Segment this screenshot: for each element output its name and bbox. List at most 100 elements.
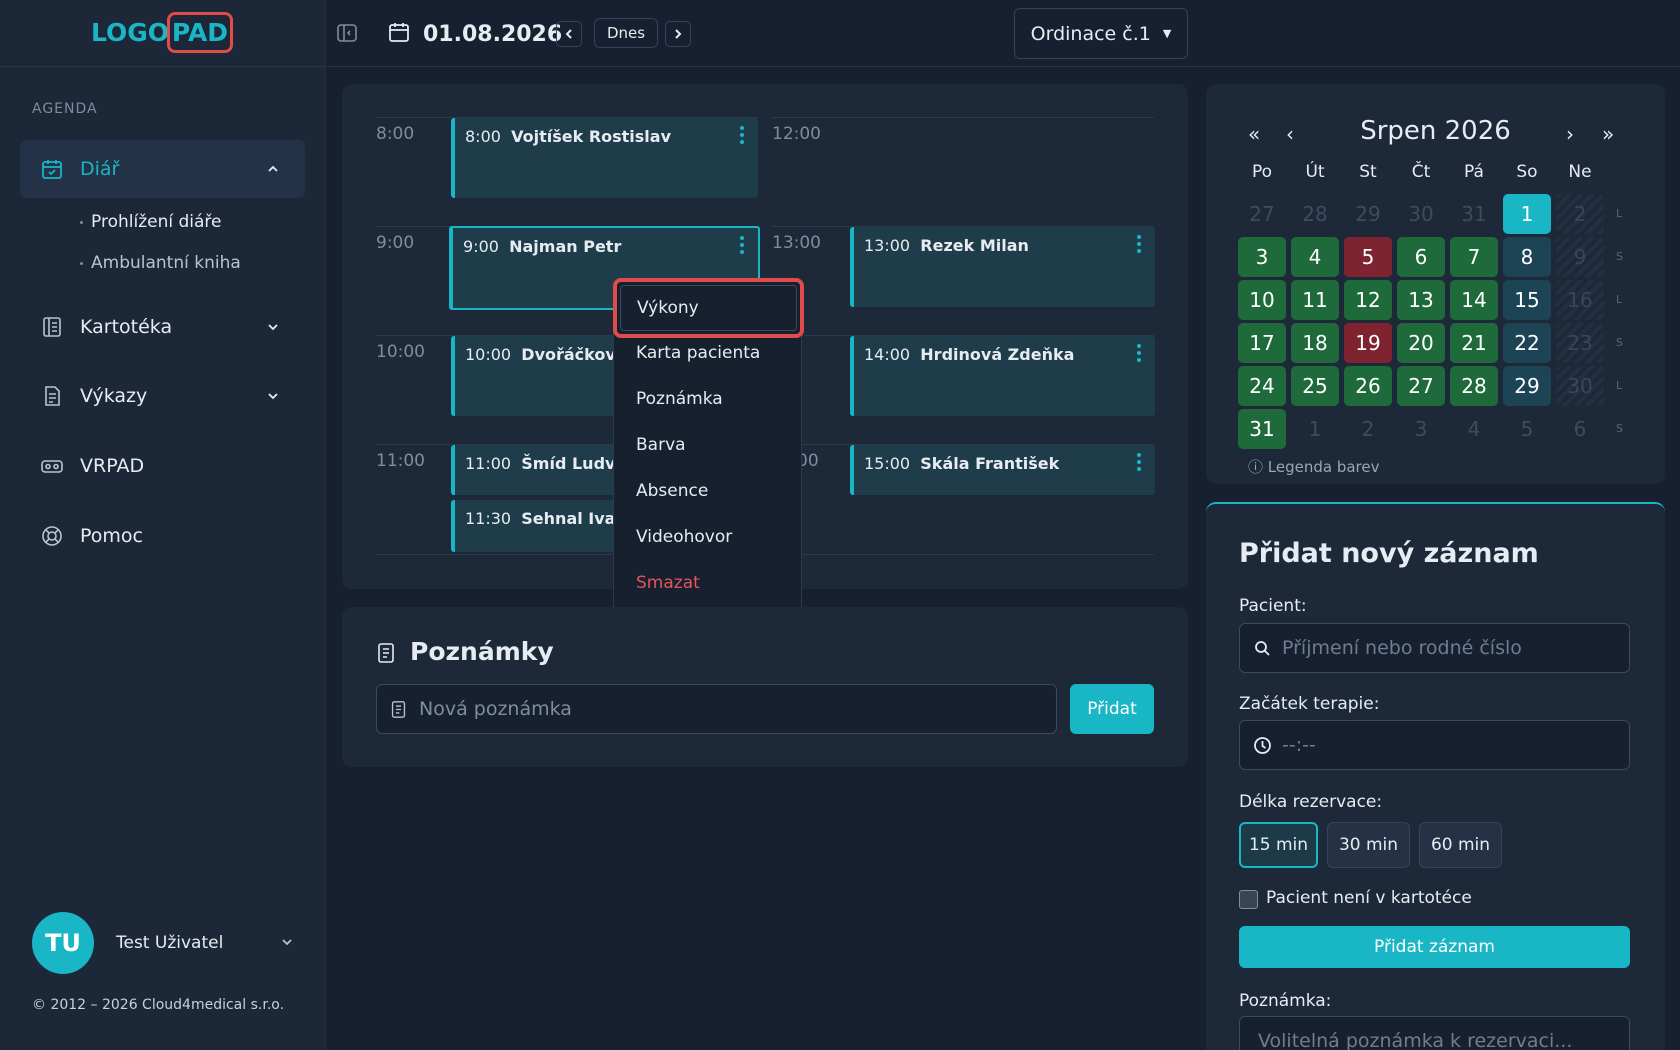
calendar-day[interactable]: 19 — [1344, 323, 1392, 363]
menu-item-videohovor[interactable]: Videohovor — [636, 527, 732, 547]
calendar-day[interactable]: 17 — [1238, 323, 1286, 363]
sidebar-item-kartoteka[interactable]: Kartotéka — [20, 298, 305, 356]
calendar-day[interactable]: 5 — [1344, 237, 1392, 277]
calendar-day[interactable]: 6 — [1556, 409, 1604, 449]
appointment-rezek[interactable]: 13:00 Rezek Milan — [850, 227, 1155, 307]
search-icon — [1254, 640, 1271, 662]
kebab-menu-icon[interactable] — [1137, 453, 1141, 471]
chevron-down-icon — [263, 386, 283, 406]
room-select[interactable]: Ordinace č.1 ▼ — [1014, 8, 1188, 59]
calendar-day[interactable]: 2 — [1556, 194, 1604, 234]
calendar-day[interactable]: 23 — [1556, 323, 1604, 363]
calendar-day[interactable]: 4 — [1291, 237, 1339, 277]
calendar-day[interactable]: 10 — [1238, 280, 1286, 320]
add-note-button[interactable]: Přidat — [1070, 684, 1154, 734]
calendar-day[interactable]: 28 — [1450, 366, 1498, 406]
calendar-day[interactable]: 29 — [1344, 194, 1392, 234]
week-mark: L — [1616, 293, 1623, 306]
calendar-day[interactable]: 16 — [1556, 280, 1604, 320]
reservation-note-input[interactable]: Volitelná poznámka k rezervaci... — [1239, 1016, 1630, 1050]
today-button[interactable]: Dnes — [594, 18, 659, 48]
calendar-day[interactable]: 26 — [1344, 366, 1392, 406]
color-legend-link[interactable]: ⓘ Legenda barev — [1248, 456, 1380, 477]
calendar-day[interactable]: 30 — [1556, 366, 1604, 406]
hour-label: 12:00 — [772, 124, 821, 144]
patient-search-input[interactable]: Příjmení nebo rodné číslo — [1239, 623, 1630, 673]
new-note-input[interactable]: Nová poznámka — [376, 684, 1057, 734]
calendar-day[interactable]: 3 — [1397, 409, 1445, 449]
calendar-day[interactable]: 18 — [1291, 323, 1339, 363]
week-mark: S — [1616, 336, 1623, 349]
calendar-day[interactable]: 27 — [1238, 194, 1286, 234]
sidebar-item-diar[interactable]: Diář — [20, 140, 305, 198]
sidebar-item-vykazy[interactable]: Výkazy — [20, 367, 305, 425]
appointment-skala[interactable]: 15:00 Skála František — [850, 445, 1155, 495]
sidebar-item-vrpad[interactable]: VRPAD — [20, 437, 305, 495]
appointment-vojtisek[interactable]: 8:00 Vojtíšek Rostislav — [451, 118, 758, 198]
menu-item-smazat[interactable]: Smazat — [636, 573, 700, 593]
calendar-day[interactable]: 8 — [1503, 237, 1551, 277]
calendar-day[interactable]: 29 — [1503, 366, 1551, 406]
menu-item-barva[interactable]: Barva — [636, 435, 686, 455]
calendar-day[interactable]: 15 — [1503, 280, 1551, 320]
calendar-day[interactable]: 22 — [1503, 323, 1551, 363]
weekday-header: Pá — [1464, 162, 1484, 182]
sidebar-item-pomoc[interactable]: Pomoc — [20, 507, 305, 565]
copyright: © 2012 – 2026 Cloud4medical s.r.o. — [32, 997, 285, 1013]
calendar-day[interactable]: 5 — [1503, 409, 1551, 449]
calendar-day[interactable]: 25 — [1291, 366, 1339, 406]
prev-day-button[interactable] — [556, 21, 582, 47]
duration-30-button[interactable]: 30 min — [1327, 822, 1410, 868]
calendar-day[interactable]: 14 — [1450, 280, 1498, 320]
kebab-menu-icon[interactable] — [740, 236, 744, 254]
calendar-month: Srpen 2026 — [1360, 116, 1511, 146]
user-menu[interactable]: TU Test Uživatel — [32, 912, 294, 974]
appointment-hrdinova[interactable]: 14:00 Hrdinová Zdeňka — [850, 336, 1155, 416]
calendar-day[interactable]: 11 — [1291, 280, 1339, 320]
menu-item-poznamka[interactable]: Poznámka — [636, 389, 723, 409]
next-year-button[interactable]: » — [1602, 122, 1614, 146]
start-placeholder: --:-- — [1282, 734, 1316, 756]
user-name: Test Uživatel — [116, 933, 224, 953]
date-picker[interactable]: 01.08.2026 — [387, 14, 562, 54]
calendar-day[interactable]: 7 — [1450, 237, 1498, 277]
next-month-button[interactable]: › — [1566, 122, 1574, 146]
kebab-menu-icon[interactable] — [740, 126, 744, 144]
calendar-day[interactable]: 2 — [1344, 409, 1392, 449]
calendar-day[interactable]: 20 — [1397, 323, 1445, 363]
menu-item-karta-pacienta[interactable]: Karta pacienta — [636, 343, 760, 363]
add-record-button[interactable]: Přidat záznam — [1239, 926, 1630, 968]
calendar-day[interactable]: 6 — [1397, 237, 1445, 277]
calendar-day[interactable]: 24 — [1238, 366, 1286, 406]
kebab-menu-icon[interactable] — [1137, 235, 1141, 253]
duration-15-button[interactable]: 15 min — [1239, 822, 1318, 868]
calendar-day[interactable]: 1 — [1291, 409, 1339, 449]
calendar-day[interactable]: 1 — [1503, 194, 1551, 234]
calendar-day[interactable]: 31 — [1238, 409, 1286, 449]
menu-item-vykony[interactable]: Výkony — [613, 278, 804, 338]
calendar-day[interactable]: 28 — [1291, 194, 1339, 234]
calendar-day[interactable]: 27 — [1397, 366, 1445, 406]
duration-60-button[interactable]: 60 min — [1419, 822, 1502, 868]
next-day-button[interactable] — [665, 21, 691, 47]
kebab-menu-icon[interactable] — [1137, 344, 1141, 362]
calendar-day[interactable]: 9 — [1556, 237, 1604, 277]
start-label: Začátek terapie: — [1239, 694, 1380, 714]
calendar-day[interactable]: 4 — [1450, 409, 1498, 449]
menu-item-absence[interactable]: Absence — [636, 481, 708, 501]
not-in-registry-checkbox[interactable] — [1239, 890, 1258, 909]
start-time-input[interactable]: --:-- — [1239, 720, 1630, 770]
sidebar-subitem-prohlizeni[interactable]: Prohlížení diáře — [80, 212, 221, 232]
sidebar-item-label: Diář — [80, 158, 120, 180]
form-title: Přidat nový záznam — [1239, 538, 1539, 569]
calendar-day[interactable]: 30 — [1397, 194, 1445, 234]
calendar-day[interactable]: 13 — [1397, 280, 1445, 320]
sidebar-subitem-ambulantni-kniha[interactable]: Ambulantní kniha — [80, 253, 241, 273]
calendar-day[interactable]: 12 — [1344, 280, 1392, 320]
calendar-day[interactable]: 21 — [1450, 323, 1498, 363]
calendar-day[interactable]: 3 — [1238, 237, 1286, 277]
notes-title: Poznámky — [410, 637, 554, 666]
logo[interactable]: LOGO PAD — [0, 0, 326, 67]
sidebar-toggle-icon[interactable] — [334, 20, 360, 46]
calendar-day[interactable]: 31 — [1450, 194, 1498, 234]
